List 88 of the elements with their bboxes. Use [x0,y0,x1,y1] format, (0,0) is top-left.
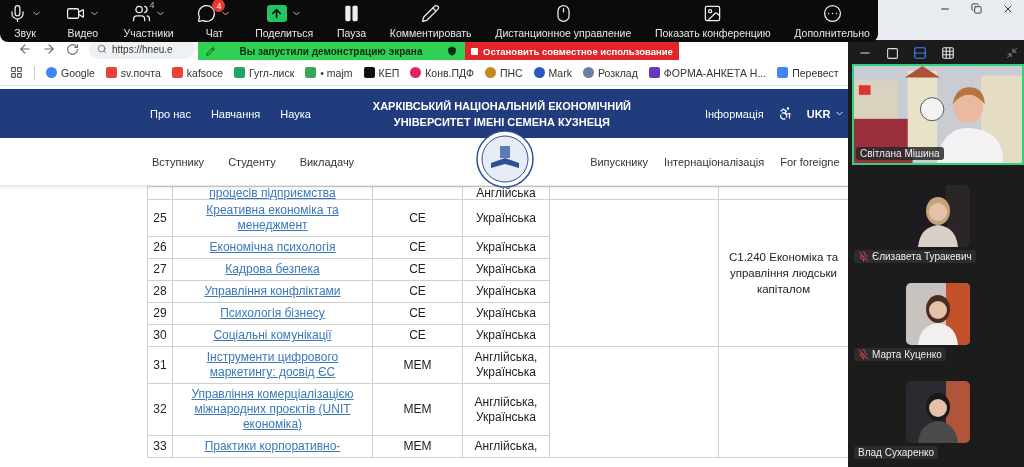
bookmark[interactable]: Перевест [777,66,839,79]
row-number: 29 [147,302,173,325]
course-language: Англійська, Українська [462,346,550,384]
nav-link[interactable]: Навчання [210,107,261,120]
bookmark[interactable]: ПНС [484,66,523,79]
toolbar-button[interactable]: Дистанционное управление [495,0,632,42]
participant-count: 4 [149,0,155,10]
reload-icon[interactable] [66,42,79,56]
strip-view-icon [913,46,927,60]
bookmark[interactable]: Конв.ПДФ [410,66,474,79]
course-type: СЕ [372,199,463,237]
restore-window-icon[interactable] [971,3,982,14]
toolbar-button[interactable]: 4 Участники [123,0,174,42]
nav-link[interactable]: Вступнику [152,155,205,168]
participant-photo[interactable] [906,283,970,345]
participant-name: Світлана Мішина [860,148,940,159]
pause-icon [342,3,361,23]
more-icon [822,3,842,23]
chat-icon [197,3,217,23]
forward-icon[interactable] [42,42,56,56]
notification-badge: 4 [212,0,226,12]
nav-link[interactable]: Випускнику [590,155,648,168]
course-type: СЕ [372,258,463,281]
row-number: 26 [147,236,173,259]
participant-name: Єлизавета Туракевич [872,251,972,262]
specialty-name: C1.240 Економіка та управління людськи капіталом [727,250,840,297]
video-tile[interactable]: Світлана Мішина [852,64,1024,165]
nav-link[interactable]: For foreigne [780,155,840,168]
sharing-status: Вы запустили демонстрацию экрана [239,45,423,57]
row-number: 27 [147,258,173,281]
bookmark[interactable]: sv.почта [105,66,161,79]
course-type: МЕМ [372,383,463,436]
university-title: ХАРКІВСЬКИЙ НАЦІОНАЛЬНИЙ ЕКОНОМІЧНИЙ УНІВЕРСИТЕТ ІМЕНІ СЕМЕНА КУЗНЕЦЯ [371,98,632,130]
course-language: Англійська [462,186,550,200]
row-number: 33 [147,435,173,458]
participant-photo[interactable] [906,381,970,443]
bookmark[interactable]: • majm [305,66,353,79]
participant-name: Влад Сухаренко [858,447,935,458]
nav-link[interactable]: Інформація [704,107,764,120]
participants-icon [131,3,151,23]
pencil-icon [421,3,441,23]
course-type: МЕМ [372,435,463,458]
toolbar-button[interactable]: Видео [65,0,100,42]
row-number: 30 [147,324,173,347]
toolbar-button[interactable]: Показать конференцию [654,0,771,42]
toolbar-button[interactable]: Пауза [336,0,367,42]
bookmark[interactable]: Гугл-лиск [234,66,295,79]
close-icon[interactable] [1002,3,1014,15]
grid-view-icon [941,46,955,60]
row-number: 28 [147,280,173,303]
nav-link[interactable]: Наука [280,107,311,120]
row-number: 32 [147,383,173,436]
bookmark[interactable]: Google [46,66,95,79]
shield-icon [447,46,457,56]
nav-link[interactable]: Викладачу [299,155,355,168]
accessibility-icon[interactable] [777,106,793,121]
course-language: Українська [462,199,550,237]
picture-frame-icon [703,3,723,23]
pencil-icon [206,46,215,56]
nav-link[interactable]: Студенту [228,155,276,168]
course-type: СЕ [372,280,463,303]
stop-share-button[interactable]: Остановить совместное использование [465,42,679,60]
course-type: СЕ [372,302,463,325]
language-selector[interactable]: UKR [806,107,845,120]
toolbar-button[interactable]: Дополнительно [794,0,870,42]
bookmark[interactable]: Розклад [582,66,638,79]
collapse-icon[interactable] [1006,47,1018,59]
microphone-icon [8,3,27,23]
course-type: МЕМ [372,346,463,384]
single-view-icon [886,46,899,60]
bookmark[interactable]: КЕП [363,66,400,79]
nav-link[interactable]: Про нас [150,107,191,120]
toolbar-button[interactable]: Поделиться [255,0,314,42]
participant-name: Марта Куценко [872,349,942,360]
toolbar-button[interactable]: 4 Чат [197,0,232,42]
course-type: СЕ [372,324,463,347]
row-number: 31 [147,346,173,384]
back-icon[interactable] [18,42,32,56]
nav-link[interactable]: Інтернаціоналізація [663,155,765,168]
course-type: СЕ [372,236,463,259]
bookmark[interactable]: Mark [533,66,572,79]
share-icon [266,4,287,22]
toolbar-button[interactable]: Звук [8,0,42,42]
bookmark[interactable]: kafsoce [171,66,223,79]
bookmark[interactable]: ФОРМА-АНКЕТА Н... [648,66,767,79]
row-number: 25 [147,199,173,237]
toolbar-button[interactable]: Комментировать [389,0,472,42]
apps-icon[interactable] [10,66,23,79]
